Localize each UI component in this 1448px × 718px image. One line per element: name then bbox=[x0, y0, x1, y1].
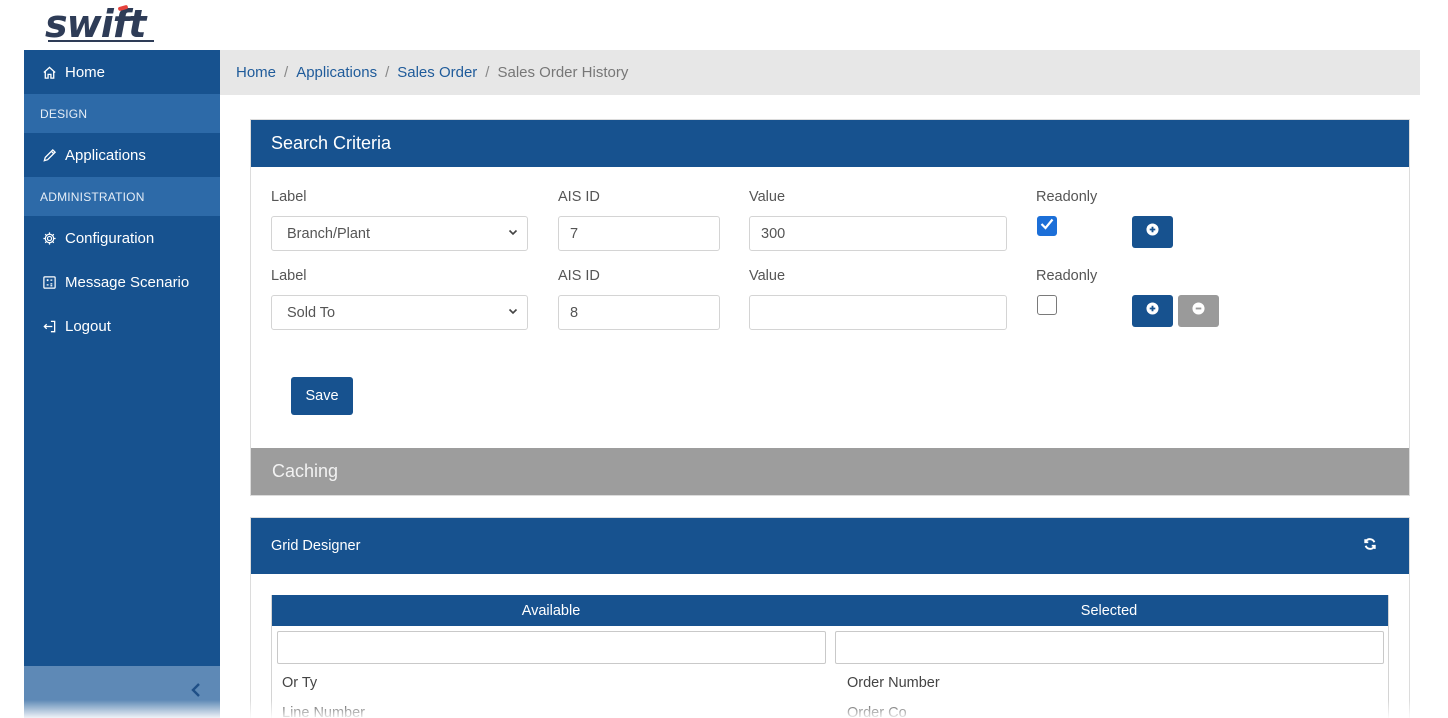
label-header: Label bbox=[271, 189, 307, 205]
breadcrumb-current: Sales Order History bbox=[497, 64, 629, 81]
sidebar-item-label: Message Scenario bbox=[65, 273, 190, 291]
chevron-down-icon bbox=[507, 305, 519, 317]
save-button[interactable]: Save bbox=[291, 377, 353, 415]
breadcrumb-separator: / bbox=[385, 64, 390, 81]
label-select[interactable]: Branch/Plant bbox=[271, 216, 528, 251]
available-column-header: Available bbox=[521, 602, 581, 619]
label-select-value: Sold To bbox=[287, 304, 336, 321]
available-item[interactable]: Or Ty bbox=[282, 675, 317, 691]
gear-icon bbox=[40, 229, 58, 247]
sidebar-item-message-scenario[interactable]: Message Scenario bbox=[24, 260, 220, 304]
breadcrumb-applications[interactable]: Applications bbox=[296, 64, 377, 81]
sidebar-item-label: Applications bbox=[65, 146, 146, 164]
sidebar-item-applications[interactable]: Applications bbox=[24, 133, 220, 177]
selected-filter-input[interactable] bbox=[835, 631, 1384, 664]
minus-circle-icon bbox=[1192, 302, 1205, 320]
readonly-header: Readonly bbox=[1036, 268, 1098, 284]
grid-designer-panel: Grid Designer Available Selected Or Ty O… bbox=[250, 517, 1410, 718]
sidebar: Home DESIGN Applications ADMINISTRATION … bbox=[24, 50, 220, 718]
plus-circle-icon bbox=[1146, 223, 1159, 241]
selected-item[interactable]: Order Number bbox=[847, 675, 940, 691]
ais-id-input[interactable]: 7 bbox=[558, 216, 720, 251]
label-select[interactable]: Sold To bbox=[271, 295, 528, 330]
value-input[interactable]: 300 bbox=[749, 216, 1007, 251]
sidebar-collapse-button[interactable] bbox=[24, 666, 220, 718]
caching-panel-header[interactable]: Caching bbox=[251, 448, 1409, 495]
plus-circle-icon bbox=[1146, 302, 1159, 320]
pencil-icon bbox=[40, 146, 58, 164]
sidebar-section-administration: ADMINISTRATION bbox=[24, 177, 220, 216]
grid-header-row: Available Selected bbox=[272, 595, 1388, 626]
sidebar-item-label: Home bbox=[65, 63, 106, 81]
breadcrumb: Home / Applications / Sales Order / Sale… bbox=[220, 50, 1420, 95]
sidebar-item-home[interactable]: Home bbox=[24, 50, 220, 94]
sidebar-item-label: Logout bbox=[65, 317, 111, 335]
checkmark-icon bbox=[1040, 217, 1054, 235]
ais-id-header: AIS ID bbox=[558, 189, 600, 205]
ais-id-header: AIS ID bbox=[558, 268, 600, 284]
selected-column-header: Selected bbox=[1080, 602, 1138, 619]
sidebar-item-logout[interactable]: Logout bbox=[24, 304, 220, 348]
chevron-left-icon bbox=[190, 681, 202, 704]
value-header: Value bbox=[749, 189, 786, 205]
breadcrumb-home[interactable]: Home bbox=[236, 64, 276, 81]
add-row-button[interactable] bbox=[1132, 295, 1173, 327]
grid-designer-title: Grid Designer bbox=[271, 538, 361, 554]
refresh-icon[interactable] bbox=[1363, 537, 1377, 555]
ais-id-input[interactable]: 8 bbox=[558, 295, 720, 330]
search-criteria-panel: Search Criteria Label AIS ID Value Reado… bbox=[250, 119, 1410, 496]
label-header: Label bbox=[271, 268, 307, 284]
breadcrumb-separator: / bbox=[284, 64, 289, 81]
logo-underline bbox=[48, 40, 154, 42]
sidebar-section-design: DESIGN bbox=[24, 94, 220, 133]
value-header: Value bbox=[749, 268, 786, 284]
add-row-button[interactable] bbox=[1132, 216, 1173, 248]
search-criteria-title[interactable]: Search Criteria bbox=[251, 120, 1409, 167]
label-select-value: Branch/Plant bbox=[287, 225, 371, 242]
available-filter-input[interactable] bbox=[277, 631, 826, 664]
value-input[interactable] bbox=[749, 295, 1007, 330]
sidebar-item-configuration[interactable]: Configuration bbox=[24, 216, 220, 260]
home-icon bbox=[40, 63, 58, 81]
sidebar-item-label: Configuration bbox=[65, 229, 155, 247]
remove-row-button[interactable] bbox=[1178, 295, 1219, 327]
readonly-header: Readonly bbox=[1036, 189, 1098, 205]
readonly-checkbox[interactable] bbox=[1037, 295, 1057, 315]
available-item[interactable]: Line Number bbox=[282, 705, 365, 718]
selected-item[interactable]: Order Co bbox=[847, 705, 907, 718]
grid-designer-header: Grid Designer bbox=[251, 518, 1409, 574]
readonly-checkbox[interactable] bbox=[1037, 216, 1057, 236]
grid-designer-table: Available Selected Or Ty Order Number Li… bbox=[271, 595, 1389, 718]
breadcrumb-sales-order[interactable]: Sales Order bbox=[397, 64, 477, 81]
chevron-down-icon bbox=[507, 226, 519, 238]
breadcrumb-separator: / bbox=[485, 64, 490, 81]
logout-icon bbox=[40, 317, 58, 335]
calculator-icon bbox=[40, 273, 58, 291]
